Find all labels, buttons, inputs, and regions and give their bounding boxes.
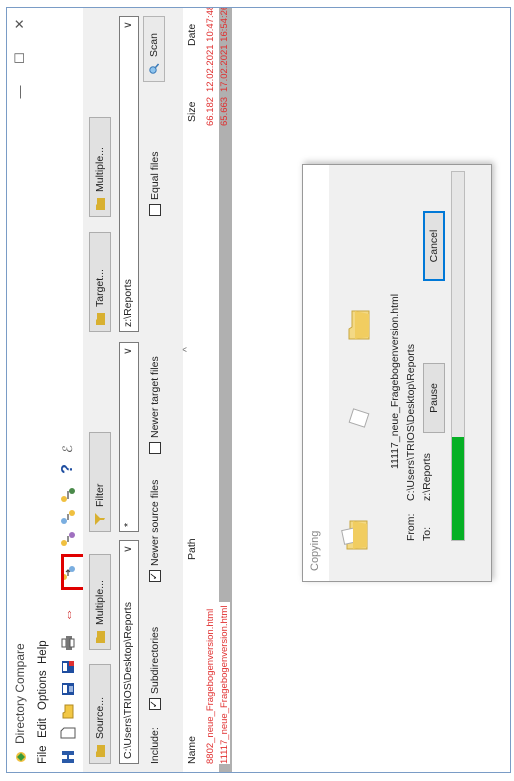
source-path-combo[interactable]: C:\Users\TRIOS\Desktop\Reports ∨ [119,540,139,764]
row-size: 65.663 [219,96,230,126]
copying-file-name: 11117_neue_Fragebogenversion.html [389,293,401,469]
source-button-label: Source... [94,696,106,739]
save-as-icon[interactable] [59,658,77,676]
copy-progress-fill [452,436,464,540]
funnel-icon [95,513,105,525]
newer-source-checkbox[interactable]: ✓ [149,570,161,582]
target-multiple-button[interactable]: Multiple... [89,117,111,217]
flying-document-icon [348,408,370,428]
column-name[interactable]: Name [186,736,198,764]
filter-panel: Source... Multiple... Filter Target... M… [83,8,183,772]
save-icon[interactable] [59,680,77,698]
pause-button[interactable]: Pause [423,363,445,433]
column-date[interactable]: Date [186,24,198,46]
folder-icon [96,631,105,643]
about-icon[interactable]: ℰ [59,440,77,458]
source-multiple-button[interactable]: Multiple... [89,554,111,650]
chevron-down-icon: ∨ [122,545,134,554]
copying-dialog-title-bar: Copying [303,165,329,581]
magnifier-icon [149,63,159,74]
source-path-value: C:\Users\TRIOS\Desktop\Reports [122,602,134,759]
menu-file[interactable]: File [37,745,49,764]
menu-options[interactable]: Options [37,670,49,710]
to-value: z:\Reports [421,453,433,501]
equal-files-checkbox[interactable] [149,204,161,216]
chevron-down-icon: ∨ [122,21,134,30]
scan-button[interactable]: Scan [143,16,165,82]
copying-dialog: Copying 11117_neue_Fragebogenversion.htm… [302,164,492,582]
menu-edit[interactable]: Edit [37,718,49,738]
print-icon[interactable] [59,634,77,652]
table-row[interactable]: 8802_neue_Fragebogenversion.html 66.182 … [205,7,218,772]
copying-dialog-title: Copying [309,530,321,571]
sort-indicator-icon: ^ [181,347,193,352]
maximize-button[interactable]: ☐ [11,46,29,70]
folder-icon [96,745,105,757]
row-size: 66.182 [205,96,216,126]
source-folder-icon [341,520,368,550]
row-date: 12.02.2021 10:47:48 [205,7,216,92]
filter-button[interactable]: Filter [89,432,111,532]
copy-left-icon[interactable] [59,530,77,548]
equal-files-label: Equal files [149,151,161,200]
target-button[interactable]: Target... [89,232,111,332]
source-multiple-label: Multiple... [94,580,106,625]
cancel-button[interactable]: Cancel [423,211,445,281]
menu-bar: File Edit Options Help [35,8,55,772]
include-label: Include: [149,727,161,764]
sync-icon[interactable] [59,486,77,504]
subdirectories-checkbox[interactable]: ✓ [149,698,161,710]
file-list-header: Name Path ^ Size Date [181,8,204,772]
close-button[interactable]: ✕ [11,12,29,36]
filter-combo[interactable]: * ∨ [119,342,139,532]
target-path-value: z:\Reports [122,279,134,327]
filter-value: * [122,522,134,527]
copy-progress-bar [451,171,465,541]
window-title: Directory Compare [13,643,27,744]
newer-target-label: Newer target files [149,356,161,438]
scan-button-label: Scan [148,33,160,57]
folder-icon [96,198,105,210]
toolbar: ⇔ ? ℰ [55,8,95,772]
help-icon[interactable]: ? [59,460,77,478]
subdirectories-label: Subdirectories [149,626,161,694]
source-button[interactable]: Source... [89,664,111,764]
row-name: 11117_neue_Fragebogenversion.html [219,601,230,764]
app-logo-icon [16,752,26,762]
directory-compare-window: Directory Compare — ☐ ✕ File Edit Option… [6,7,511,773]
to-label: To: [421,526,433,541]
newer-source-label: Newer source files [149,479,161,566]
minimize-button[interactable]: — [11,80,29,104]
from-label: From: [405,513,417,541]
target-path-combo[interactable]: z:\Reports ∨ [119,16,139,332]
folder-icon [96,313,105,325]
row-name: 8802_neue_Fragebogenversion.html [205,608,216,764]
destination-folder-icon [348,310,370,340]
chevron-down-icon: ∨ [122,347,134,356]
compare-icon[interactable] [59,748,77,766]
swap-icon[interactable]: ⇔ [59,606,77,624]
row-date: 17.02.2021 16:54:26 [219,7,230,92]
new-icon[interactable] [59,724,77,742]
target-button-label: Target... [94,269,106,307]
table-row[interactable]: 11117_neue_Fragebogenversion.html 65.663… [219,7,232,772]
target-multiple-label: Multiple... [94,147,106,192]
menu-help[interactable]: Help [37,640,49,664]
filter-button-label: Filter [94,483,106,507]
column-path[interactable]: Path [186,538,198,560]
newer-target-checkbox[interactable] [149,442,161,454]
copy-right-icon[interactable] [59,508,77,526]
title-bar: Directory Compare — ☐ ✕ [7,8,35,772]
column-size[interactable]: Size [186,102,198,122]
open-icon[interactable] [59,702,77,720]
from-value: C:\Users\TRIOS\Desktop\Reports [405,344,417,501]
